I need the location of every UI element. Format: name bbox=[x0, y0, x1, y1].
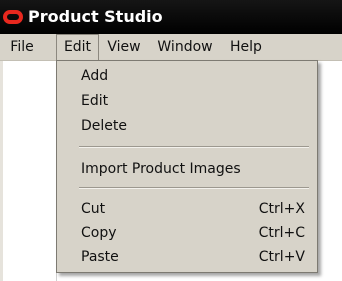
menu-item-label: Add bbox=[81, 68, 109, 84]
window-border bbox=[0, 61, 3, 281]
menu-item-label: Cut bbox=[81, 201, 106, 217]
menu-separator bbox=[79, 146, 309, 148]
left-panel bbox=[0, 61, 57, 281]
edit-menu-dropdown: Add Edit Delete Import Product Images Cu… bbox=[56, 60, 318, 273]
menu-help[interactable]: Help bbox=[225, 34, 267, 60]
menu-item-copy[interactable]: Copy Ctrl+C bbox=[57, 221, 317, 246]
menu-item-label: Delete bbox=[81, 118, 127, 134]
menu-view[interactable]: View bbox=[103, 34, 145, 60]
menu-item-label: Copy bbox=[81, 225, 117, 241]
menu-item-label: Import Product Images bbox=[81, 161, 241, 177]
menu-item-label: Paste bbox=[81, 249, 119, 265]
menu-file[interactable]: File bbox=[0, 34, 44, 60]
menu-item-label: Edit bbox=[81, 93, 109, 109]
menu-edit[interactable]: Edit bbox=[56, 34, 99, 60]
menu-item-edit[interactable]: Edit bbox=[57, 89, 317, 114]
app-logo-icon bbox=[3, 10, 23, 24]
menu-item-paste[interactable]: Paste Ctrl+V bbox=[57, 245, 317, 270]
menu-separator bbox=[79, 187, 309, 189]
window-title: Product Studio bbox=[28, 7, 163, 26]
menu-item-shortcut: Ctrl+V bbox=[258, 249, 305, 265]
menu-bar: File Edit View Window Help bbox=[0, 34, 342, 61]
application-window: Product Studio File Edit View Window Hel… bbox=[0, 0, 342, 281]
title-bar: Product Studio bbox=[0, 0, 342, 34]
menu-item-cut[interactable]: Cut Ctrl+X bbox=[57, 197, 317, 222]
menu-item-shortcut: Ctrl+X bbox=[258, 201, 305, 217]
menu-item-delete[interactable]: Delete bbox=[57, 114, 317, 139]
menu-item-add[interactable]: Add bbox=[57, 64, 317, 89]
menu-item-shortcut: Ctrl+C bbox=[258, 225, 305, 241]
menu-window[interactable]: Window bbox=[152, 34, 218, 60]
menu-item-import-product-images[interactable]: Import Product Images bbox=[57, 157, 317, 182]
